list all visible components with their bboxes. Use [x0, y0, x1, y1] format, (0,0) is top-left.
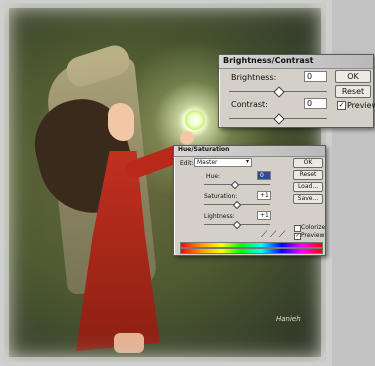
- lightness-slider-handle[interactable]: [232, 220, 242, 230]
- colorize-checkbox[interactable]: [294, 225, 301, 232]
- eyedropper-icon[interactable]: ⟋: [261, 230, 267, 240]
- hue-input[interactable]: 0: [257, 171, 271, 180]
- eyedropper-plus-icon[interactable]: ⟋: [270, 230, 276, 240]
- contrast-input[interactable]: 0: [304, 98, 327, 109]
- preview-checkbox[interactable]: ✓: [294, 233, 301, 240]
- edit-label: Edit:: [180, 160, 194, 167]
- hue-slider-handle[interactable]: [230, 180, 240, 190]
- reset-button[interactable]: Reset: [293, 170, 323, 180]
- color-bar-bottom: [180, 248, 323, 254]
- lightness-input[interactable]: +1: [257, 211, 271, 220]
- brightness-contrast-dialog: Brightness/Contrast Brightness: 0 Contra…: [218, 54, 375, 128]
- colorize-label: Colorize: [301, 224, 326, 231]
- ok-button[interactable]: OK: [335, 70, 371, 83]
- hue-saturation-dialog: Hue/Saturation Edit: Master ▾ Hue: 0 Sat…: [173, 145, 326, 256]
- contrast-label: Contrast:: [231, 100, 268, 109]
- ok-button[interactable]: OK: [293, 158, 323, 168]
- preview-checkbox[interactable]: ✓: [337, 101, 346, 110]
- brightness-input[interactable]: 0: [304, 71, 327, 82]
- reset-button[interactable]: Reset: [335, 85, 371, 98]
- saturation-label: Saturation:: [204, 193, 238, 200]
- saturation-slider-handle[interactable]: [232, 200, 242, 210]
- hue-label: Hue:: [206, 173, 221, 180]
- brightness-label: Brightness:: [231, 73, 277, 82]
- edit-select[interactable]: Master: [194, 158, 252, 167]
- dialog-title: Hue/Saturation: [178, 146, 230, 153]
- chevron-down-icon[interactable]: ▾: [246, 158, 249, 165]
- eyedropper-minus-icon[interactable]: ⟋: [279, 230, 285, 240]
- preview-label: Preview: [347, 101, 375, 110]
- save-button[interactable]: Save...: [293, 194, 323, 204]
- saturation-input[interactable]: +1: [257, 191, 271, 200]
- dialog-title: Brightness/Contrast: [223, 56, 314, 65]
- load-button[interactable]: Load...: [293, 182, 323, 192]
- preview-label: Preview: [301, 232, 325, 239]
- lightness-label: Lightness:: [204, 213, 235, 220]
- brightness-slider-handle[interactable]: [273, 86, 285, 98]
- contrast-slider-handle[interactable]: [273, 113, 285, 125]
